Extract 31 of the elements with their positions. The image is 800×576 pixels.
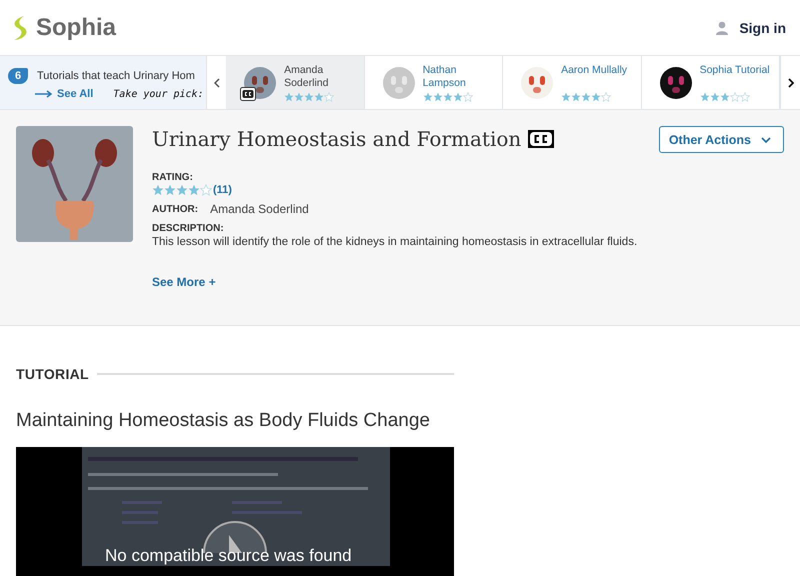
see-all-link[interactable]: See All: [57, 88, 94, 100]
chevron-right-icon: [788, 78, 794, 88]
tutorial-card[interactable]: Amanda Soderlind: [226, 56, 365, 109]
lesson-title: Urinary Homeostasis and Formation: [152, 127, 522, 151]
video-error-message: No compatible source was found: [105, 546, 352, 566]
chevron-left-icon: [214, 78, 220, 88]
carousel-title: Tutorials that teach Urinary Hom: [37, 70, 195, 82]
author-name: Amanda Soderlind: [210, 202, 309, 216]
author-name[interactable]: Nathan Lampson: [422, 64, 502, 90]
take-your-pick-text: Take your pick:: [113, 88, 204, 100]
tutorial-card[interactable]: Nathan Lampson: [364, 56, 504, 109]
description-label: DESCRIPTION:: [152, 223, 225, 234]
sign-in-link[interactable]: Sign in: [739, 20, 786, 36]
sophia-logo[interactable]: Sophia: [36, 14, 116, 42]
see-more-link[interactable]: See More +: [152, 275, 659, 289]
rating-count-link[interactable]: (11): [213, 184, 232, 196]
other-actions-button[interactable]: Other Actions: [658, 126, 784, 153]
chevron-down-icon: [761, 136, 771, 142]
section-heading: TUTORIAL: [16, 366, 89, 382]
video-player[interactable]: No compatible source was found: [16, 447, 454, 576]
tutorial-card[interactable]: Sophia Tutorial: [642, 56, 780, 109]
tutorial-title: Maintaining Homeostasis as Body Fluids Change: [16, 410, 431, 432]
rating-label: RATING:: [152, 172, 194, 183]
count-badge: 6: [8, 68, 28, 84]
author-name[interactable]: Sophia Tutorial: [700, 64, 770, 77]
author-name[interactable]: Amanda Soderlind: [284, 64, 364, 90]
description-text: This lesson will identify the role of the kidneys in maintaining homeostasis in extracellular fluids.: [152, 236, 638, 248]
arrow-right-icon: [35, 90, 53, 98]
user-icon: [715, 20, 730, 34]
author-name[interactable]: Aaron Mullally: [561, 64, 628, 77]
author-label: AUTHOR:: [152, 204, 198, 214]
